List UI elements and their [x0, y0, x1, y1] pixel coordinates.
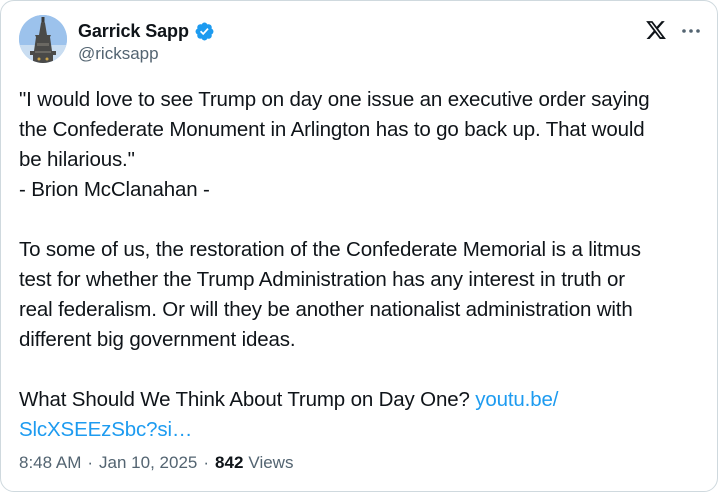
tweet-date[interactable]: Jan 10, 2025 — [99, 453, 197, 473]
tweet-line: "I would love to see Trump on day one is… — [19, 88, 650, 111]
tweet-line: the Confederate Monument in Arlington ha… — [19, 118, 645, 141]
verified-badge-icon — [195, 22, 214, 40]
avatar[interactable] — [19, 15, 67, 63]
meta-separator: · — [87, 453, 94, 472]
tweet-meta: 8:48 AM · Jan 10, 2025 · 842 Views — [19, 453, 293, 473]
youtube-link-continued[interactable]: SlcXSEEzSbc?si… — [19, 418, 192, 441]
tweet-line: - Brion McClanahan - — [19, 178, 210, 201]
tweet-line: be hilarious." — [19, 148, 135, 171]
author-name[interactable]: Garrick Sapp — [78, 21, 189, 42]
youtube-link[interactable]: youtu.be/ — [475, 388, 558, 411]
tweet-card: Garrick Sapp @ricksapp "I would love to … — [0, 0, 718, 492]
views-count: 842 — [215, 453, 244, 472]
tweet-line: SlcXSEEzSbc?si… — [19, 415, 699, 445]
meta-separator: · — [203, 453, 210, 472]
monument-statue-avatar-icon — [19, 15, 67, 63]
name-row: Garrick Sapp — [78, 19, 215, 43]
tweet-line-text: What Should We Think About Trump on Day … — [19, 388, 476, 411]
author-block: Garrick Sapp @ricksapp — [78, 19, 215, 64]
tweet-text: "I would love to see Trump on day one is… — [19, 85, 699, 445]
views-label: Views — [248, 453, 294, 472]
x-logo-icon[interactable] — [645, 19, 667, 41]
tweet-line: What Should We Think About Trump on Day … — [19, 385, 699, 415]
author-handle[interactable]: @ricksapp — [78, 44, 215, 64]
tweet-line: To some of us, the restoration of the Co… — [19, 238, 641, 261]
more-horizontal-icon[interactable] — [679, 19, 703, 43]
tweet-line: real federalism. Or will they be another… — [19, 298, 633, 321]
tweet-line: test for whether the Trump Administratio… — [19, 268, 625, 291]
tweet-time[interactable]: 8:48 AM — [19, 453, 81, 473]
tweet-line: different big government ideas. — [19, 328, 296, 351]
